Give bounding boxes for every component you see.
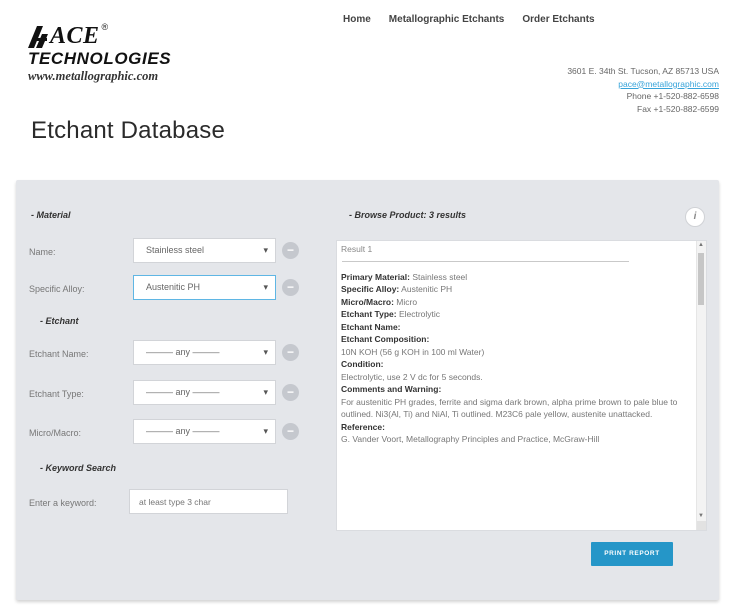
address: 3601 E. 34th St. Tucson, AZ 85713 USA <box>567 66 719 76</box>
etchant-type-label: Etchant Type: <box>341 309 397 319</box>
nav-home[interactable]: Home <box>343 14 371 25</box>
etchant-name-value: ——— any ——— <box>146 347 220 357</box>
results-heading: - Browse Product: 3 results <box>349 210 467 220</box>
specific-alloy-label: Specific Alloy: <box>29 284 85 294</box>
search-panel: - Material Name: Stainless steel ▾ − Spe… <box>16 180 719 600</box>
site-header: ACE ® TECHNOLOGIES www.metallographic.co… <box>0 0 733 178</box>
material-heading: - Material <box>31 210 71 220</box>
micromacro-value: Micro <box>396 296 418 307</box>
specific-alloy-value: Austenitic PH <box>401 284 453 294</box>
phone: Phone +1-520-882-6598 <box>626 91 719 101</box>
reference-label: Reference: <box>341 421 385 432</box>
contact-info: 3601 E. 34th St. Tucson, AZ 85713 USA pa… <box>567 65 719 115</box>
chevron-down-icon: ▾ <box>263 245 268 255</box>
chevron-down-icon: ▾ <box>263 426 268 436</box>
etchant-type-select[interactable]: ——— any ——— ▾ <box>133 380 276 405</box>
condition-value: Electrolytic, use 2 V dc for 5 seconds. <box>341 371 483 382</box>
keyword-heading: - Keyword Search <box>40 463 117 473</box>
brand-name: ACE <box>50 23 100 49</box>
specific-alloy-select[interactable]: Austenitic PH ▾ <box>133 275 276 300</box>
material-name-value: Stainless steel <box>146 245 205 255</box>
material-name-select[interactable]: Stainless steel ▾ <box>133 238 276 263</box>
chevron-down-icon: ▾ <box>263 387 268 397</box>
result-card: Result 1 Primary Material: Stainless ste… <box>341 243 693 446</box>
keyword-input[interactable] <box>129 489 288 514</box>
nav-order-etchants[interactable]: Order Etchants <box>522 14 594 25</box>
email-link[interactable]: pace@metallographic.com <box>618 79 719 89</box>
etchant-composition-value: 10N KOH (56 g KOH in 100 ml Water) <box>341 346 485 357</box>
etchant-name-label: Etchant Name: <box>341 321 401 332</box>
etchant-type-value: ——— any ——— <box>146 387 220 397</box>
micromacro-value: ——— any ——— <box>146 426 220 436</box>
etchant-heading: - Etchant <box>40 316 79 326</box>
comments-label: Comments and Warning: <box>341 384 442 394</box>
print-report-button[interactable]: PRINT REPORT <box>591 542 673 566</box>
micromacro-label: Micro/Macro: <box>341 296 394 307</box>
primary-material-label: Primary Material: <box>341 271 410 282</box>
primary-material-value: Stainless steel <box>412 271 468 282</box>
scrollbar-thumb[interactable] <box>698 253 704 305</box>
results-panel[interactable]: Result 1 Primary Material: Stainless ste… <box>336 240 707 531</box>
brand-url: www.metallographic.com <box>28 69 159 83</box>
scroll-up-icon[interactable]: ▲ <box>698 242 704 248</box>
fax: Fax +1-520-882-6599 <box>637 103 719 114</box>
name-label: Name: <box>29 247 56 257</box>
result-divider <box>342 260 629 262</box>
remove-etchant-name-button[interactable]: − <box>282 344 299 361</box>
condition-label: Condition: <box>341 359 384 369</box>
pace-logo-icon <box>28 26 48 48</box>
micromacro-select[interactable]: ——— any ——— ▾ <box>133 419 276 444</box>
info-icon[interactable]: i <box>685 207 705 227</box>
remove-micromacro-button[interactable]: − <box>282 423 299 440</box>
chevron-down-icon: ▾ <box>263 347 268 357</box>
remove-name-button[interactable]: − <box>282 242 299 259</box>
etchant-type-value: Electrolytic <box>398 309 441 319</box>
etchant-name-label: Etchant Name: <box>29 349 89 359</box>
chevron-down-icon: ▾ <box>263 282 268 292</box>
etchant-composition-label: Etchant Composition: <box>341 334 430 344</box>
remove-alloy-button[interactable]: − <box>282 279 299 296</box>
results-scrollbar[interactable]: ▲ ▼ <box>696 241 706 530</box>
remove-etchant-type-button[interactable]: − <box>282 384 299 401</box>
etchant-name-select[interactable]: ——— any ——— ▾ <box>133 340 276 365</box>
reference-value: G. Vander Voort, Metallography Principle… <box>341 434 600 444</box>
logo[interactable]: ACE ® TECHNOLOGIES www.metallographic.co… <box>28 22 218 84</box>
scroll-down-icon[interactable]: ▼ <box>698 513 704 519</box>
comments-value: For austenitic PH grades, ferrite and si… <box>341 396 678 420</box>
keyword-label: Enter a keyword: <box>29 498 97 508</box>
nav-metallographic-etchants[interactable]: Metallographic Etchants <box>389 14 505 25</box>
etchant-type-label: Etchant Type: <box>29 389 84 399</box>
result-label: Result 1 <box>341 244 373 254</box>
top-nav: Home Metallographic Etchants Order Etcha… <box>343 14 595 25</box>
micromacro-label: Micro/Macro: <box>29 428 82 438</box>
page-title: Etchant Database <box>31 117 225 144</box>
registered-mark: ® <box>101 22 109 32</box>
specific-alloy-value: Austenitic PH <box>146 282 201 292</box>
specific-alloy-label: Specific Alloy: <box>341 284 400 294</box>
resize-corner <box>697 521 706 530</box>
brand-tagline: TECHNOLOGIES <box>28 49 172 68</box>
